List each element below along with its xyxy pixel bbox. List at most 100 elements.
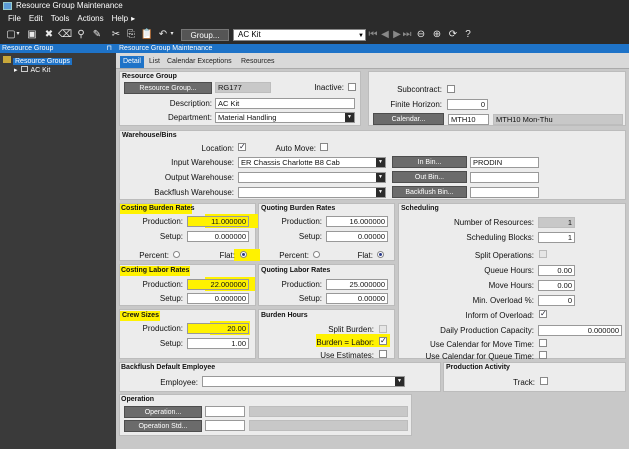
calendar-queue-label: Use Calendar for Queue Time:: [425, 352, 535, 361]
last-record-icon[interactable]: ⏭: [402, 27, 412, 42]
ql-setup-input[interactable]: 0.00000: [326, 293, 388, 304]
inactive-checkbox[interactable]: [348, 83, 356, 91]
tab-list[interactable]: List: [146, 56, 163, 68]
calendar-id-input[interactable]: MTH10: [448, 114, 489, 125]
menu-file[interactable]: File: [8, 12, 21, 26]
in-bin-input[interactable]: PRODIN: [470, 157, 539, 168]
attachment-icon[interactable]: ⚲: [74, 27, 88, 42]
queue-hours-label: Queue Hours:: [484, 266, 534, 275]
track-checkbox[interactable]: [540, 377, 548, 385]
new-dropdown-icon[interactable]: ▾: [14, 27, 22, 42]
forward-icon[interactable]: ⊕: [430, 27, 444, 42]
undo-dropdown-icon[interactable]: ▾: [168, 27, 176, 42]
inform-overload-checkbox[interactable]: ✓: [539, 310, 547, 318]
burden-equals-labor-checkbox[interactable]: ✓: [379, 337, 387, 345]
menu-help[interactable]: Help: [112, 12, 128, 26]
min-overload-label: Min. Overload %:: [472, 296, 534, 305]
crew-setup-input[interactable]: 1.00: [187, 338, 249, 349]
paste-icon[interactable]: 📋: [140, 27, 154, 42]
move-hours-input[interactable]: 0.00: [538, 280, 575, 291]
split-burden-checkbox[interactable]: [379, 325, 387, 333]
help-icon[interactable]: ?: [461, 27, 475, 42]
output-warehouse-label: Output Warehouse:: [164, 173, 234, 182]
operation-button[interactable]: Operation...: [124, 406, 202, 418]
menu-actions[interactable]: Actions: [77, 12, 103, 26]
use-estimates-checkbox[interactable]: [379, 350, 387, 358]
menu-tools[interactable]: Tools: [51, 12, 70, 26]
cb-setup-input[interactable]: 0.000000: [187, 231, 249, 242]
tab-detail[interactable]: Detail: [120, 56, 144, 68]
crew-production-input[interactable]: 20.00: [187, 323, 249, 334]
calendar-move-checkbox[interactable]: [539, 339, 547, 347]
tab-calendar-exceptions[interactable]: Calendar Exceptions: [164, 56, 235, 68]
department-select[interactable]: Material Handling ▼: [215, 112, 355, 123]
chevron-down-icon: ▼: [376, 158, 385, 167]
calendar-queue-checkbox[interactable]: [539, 351, 547, 359]
cl-setup-label: Setup:: [159, 294, 183, 303]
previous-record-icon[interactable]: ◀: [380, 27, 390, 42]
backflush-warehouse-select[interactable]: ▼: [238, 187, 386, 198]
tree-node-ac-kit[interactable]: ▸ AC Kit: [14, 66, 84, 75]
out-bin-button[interactable]: Out Bin...: [392, 171, 467, 183]
expand-icon[interactable]: ▸: [14, 67, 18, 74]
tree-node-root[interactable]: Resource Groups: [3, 56, 73, 65]
split-operations-checkbox[interactable]: [539, 250, 547, 258]
in-bin-button[interactable]: In Bin...: [392, 156, 467, 168]
next-record-icon[interactable]: ▶: [392, 27, 402, 42]
queue-hours-input[interactable]: 0.00: [538, 265, 575, 276]
resource-group-select[interactable]: AC Kit ▼: [233, 29, 366, 41]
cb-production-input[interactable]: 11.000000: [187, 216, 249, 227]
burden-equals-labor-label: Burden = Labor:: [316, 338, 374, 347]
calendar-button[interactable]: Calendar...: [373, 113, 444, 125]
first-record-icon[interactable]: ⏮: [368, 27, 378, 42]
save-icon[interactable]: ▣: [25, 27, 39, 42]
auto-move-checkbox[interactable]: [320, 143, 328, 151]
refresh-icon[interactable]: ⟳: [446, 27, 460, 42]
cb-percent-radio[interactable]: [173, 251, 180, 258]
qb-setup-input[interactable]: 0.00000: [326, 231, 388, 242]
location-checkbox[interactable]: ✓: [238, 143, 246, 151]
employee-select[interactable]: ▼: [202, 376, 405, 387]
copy-icon[interactable]: ⎘: [124, 27, 138, 42]
menu-edit[interactable]: Edit: [29, 12, 43, 26]
tab-resources[interactable]: Resources: [238, 56, 277, 68]
qb-percent-radio[interactable]: [313, 251, 320, 258]
output-warehouse-select[interactable]: ▼: [238, 172, 386, 183]
group-button[interactable]: Group...: [181, 29, 229, 41]
clear-icon[interactable]: ⌫: [58, 27, 72, 42]
move-hours-label: Move Hours:: [488, 281, 534, 290]
cl-production-input[interactable]: 22.000000: [187, 279, 249, 290]
chevron-down-icon: ▼: [345, 113, 354, 122]
operation-std-input[interactable]: [205, 420, 245, 431]
brush-icon[interactable]: ✎: [90, 27, 104, 42]
backflush-bin-input[interactable]: [470, 187, 539, 198]
cl-setup-input[interactable]: 0.000000: [187, 293, 249, 304]
qb-production-input[interactable]: 16.000000: [326, 216, 388, 227]
resource-group-button[interactable]: Resource Group...: [124, 82, 212, 94]
description-input[interactable]: AC Kit: [215, 98, 355, 109]
ql-production-input[interactable]: 25.000000: [326, 279, 388, 290]
operation-std-button[interactable]: Operation Std...: [124, 420, 202, 432]
pin-icon[interactable]: ⊓: [107, 44, 112, 53]
daily-capacity-input[interactable]: 0.000000: [538, 325, 622, 336]
input-warehouse-select[interactable]: ER Chassis Charlotte B8 Cab ▼: [238, 157, 386, 168]
out-bin-input[interactable]: [470, 172, 539, 183]
cut-icon[interactable]: ✂: [109, 27, 123, 42]
qb-flat-radio[interactable]: [377, 251, 384, 258]
operation-input[interactable]: [205, 406, 245, 417]
department-label: Department:: [167, 113, 212, 122]
scheduling-blocks-input[interactable]: 1: [538, 232, 575, 243]
back-icon[interactable]: ⊖: [414, 27, 428, 42]
subcontract-checkbox[interactable]: [447, 85, 455, 93]
backflush-bin-button[interactable]: Backflush Bin...: [392, 186, 467, 198]
input-warehouse-label: Input Warehouse:: [171, 158, 234, 167]
tab-bar: Detail List Calendar Exceptions Resource…: [116, 53, 629, 69]
min-overload-input[interactable]: 0: [538, 295, 575, 306]
split-burden-label: Split Burden:: [328, 325, 374, 334]
inactive-label: Inactive:: [314, 83, 344, 92]
finite-horizon-input[interactable]: 0: [447, 99, 488, 110]
scheduling-blocks-label: Scheduling Blocks:: [466, 233, 534, 242]
cb-flat-radio[interactable]: [240, 251, 247, 258]
delete-icon[interactable]: ✖: [42, 27, 56, 42]
operation-description: [249, 406, 408, 417]
